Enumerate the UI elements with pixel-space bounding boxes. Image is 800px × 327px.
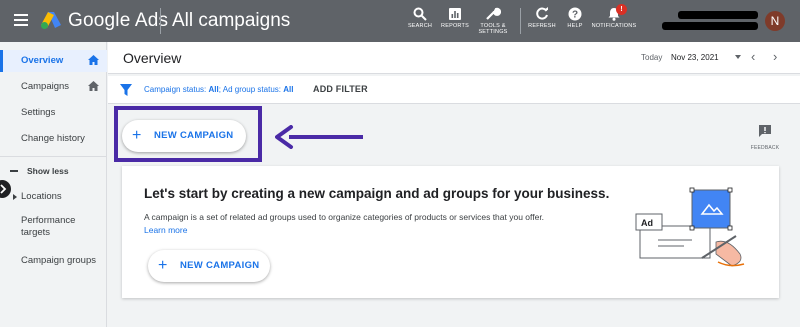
sidebar-divider xyxy=(0,156,106,157)
card-title: Let's start by creating a new campaign a… xyxy=(144,186,610,201)
new-campaign-label: NEW CAMPAIGN xyxy=(154,130,234,141)
chevron-right-icon xyxy=(0,184,7,194)
feedback-label: FEEDBACK xyxy=(750,145,780,151)
sidebar-item-change-history[interactable]: Change history xyxy=(0,128,107,150)
campaign-illustration: Ad xyxy=(635,187,745,267)
get-started-card: Let's start by creating a new campaign a… xyxy=(122,166,779,298)
svg-text:?: ? xyxy=(572,10,578,21)
home-icon xyxy=(88,81,99,91)
add-filter-button[interactable]: ADD FILTER xyxy=(313,84,368,94)
redacted-account-name xyxy=(678,11,758,19)
pointer-arrow-icon xyxy=(275,125,363,149)
previous-period-icon[interactable]: ‹ xyxy=(751,50,755,64)
sidebar-item-campaigns[interactable]: Campaigns xyxy=(0,76,107,98)
learn-more-link[interactable]: Learn more xyxy=(144,225,187,235)
sidebar-item-settings[interactable]: Settings xyxy=(0,102,107,124)
new-campaign-button[interactable]: + NEW CAMPAIGN xyxy=(122,120,246,152)
top-app-bar: Google Ads All campaigns SEARCH REPORTS … xyxy=(0,0,800,42)
sidebar-item-label: Change history xyxy=(21,133,85,144)
new-campaign-label: NEW CAMPAIGN xyxy=(180,260,260,271)
card-description: A campaign is a set of related ad groups… xyxy=(144,212,545,222)
feedback-button[interactable]: FEEDBACK xyxy=(745,124,785,151)
help-icon: ? xyxy=(568,7,582,21)
avatar[interactable]: N xyxy=(765,11,785,31)
sidebar-item-label: Overview xyxy=(21,55,64,66)
ad-label: Ad xyxy=(641,218,653,228)
sidebar-item-label: targets xyxy=(21,227,51,238)
feedback-icon xyxy=(759,125,771,137)
search-icon xyxy=(413,7,427,21)
date-range-value[interactable]: Nov 23, 2021 xyxy=(671,53,719,62)
sidebar-item-label: Locations xyxy=(21,191,62,202)
refresh-icon xyxy=(536,7,548,20)
notification-badge: ! xyxy=(616,4,627,15)
filter-bar: Campaign status: All; Ad group status: A… xyxy=(108,76,800,104)
sidebar-item-campaign-groups[interactable]: Campaign groups xyxy=(0,250,107,272)
tools-settings-button[interactable]: TOOLS & SETTINGS xyxy=(468,7,518,35)
redacted-account-id xyxy=(662,22,758,30)
brand-name: Google Ads xyxy=(68,10,169,31)
notifications-button[interactable]: ! NOTIFICATIONS xyxy=(587,4,641,29)
active-filters[interactable]: Campaign status: All; Ad group status: A… xyxy=(144,85,293,94)
next-period-icon[interactable]: › xyxy=(773,50,777,64)
sidebar-show-less[interactable]: Show less xyxy=(0,160,107,182)
plus-icon: + xyxy=(158,257,168,274)
reports-icon xyxy=(449,8,461,20)
date-dropdown-icon[interactable] xyxy=(735,55,741,59)
page-heading: All campaigns xyxy=(172,10,291,31)
tools-label: TOOLS & SETTINGS xyxy=(478,23,508,35)
sidebar-item-label: Campaigns xyxy=(21,81,70,92)
notifications-label: NOTIFICATIONS xyxy=(591,23,637,29)
collapse-dash-icon xyxy=(10,170,18,172)
wrench-icon xyxy=(486,7,501,20)
sidebar-item-overview[interactable]: Overview xyxy=(0,50,107,72)
plus-icon: + xyxy=(132,127,142,144)
expand-arrow-icon xyxy=(13,194,17,200)
sidebar-item-locations[interactable]: Locations xyxy=(0,186,107,208)
home-icon xyxy=(88,55,99,65)
card-new-campaign-button[interactable]: + NEW CAMPAIGN xyxy=(148,250,270,282)
header-divider xyxy=(160,8,161,34)
sidebar-collapse-button[interactable] xyxy=(0,180,11,198)
sidebar-item-label: Settings xyxy=(21,107,56,118)
date-range-label: Today xyxy=(641,53,663,62)
sidebar-item-label: Performance xyxy=(21,215,76,226)
filter-icon[interactable] xyxy=(120,84,132,96)
sidebar-item-performance-targets[interactable]: Performance targets xyxy=(0,214,107,240)
page-title: Overview xyxy=(123,50,182,66)
sidebar-item-label: Campaign groups xyxy=(21,255,96,266)
sidebar: Overview Campaigns Settings Change histo… xyxy=(0,42,107,327)
menu-icon[interactable] xyxy=(14,14,28,26)
overview-header: Overview Today Nov 23, 2021 ‹ › xyxy=(108,42,800,74)
sidebar-item-label: Show less xyxy=(27,166,69,176)
google-ads-logo xyxy=(41,12,61,29)
